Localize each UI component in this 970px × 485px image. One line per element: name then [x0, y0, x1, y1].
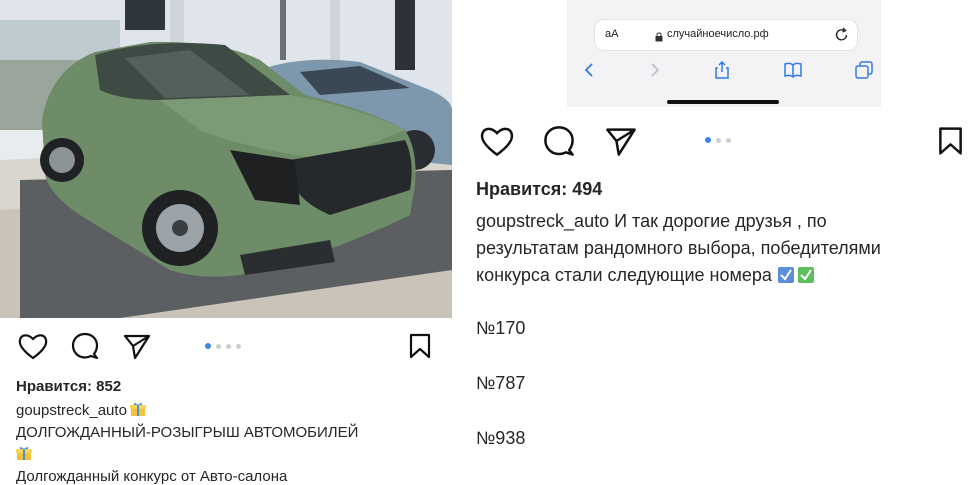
- browser-screenshot: аА случайноечисло.рф: [567, 0, 881, 107]
- send-icon[interactable]: [604, 125, 638, 157]
- text-size-button[interactable]: аА: [605, 28, 618, 40]
- right-post: аА случайноечисло.рф Нравится: 494 goups…: [452, 0, 970, 485]
- comment-icon[interactable]: [542, 125, 576, 157]
- right-username[interactable]: goupstreck_auto: [476, 211, 609, 231]
- car-photo[interactable]: [0, 0, 452, 318]
- car-photo-graphic: [0, 0, 452, 318]
- tabs-icon[interactable]: [855, 61, 873, 79]
- home-indicator: [667, 100, 779, 104]
- left-caption-line-1: ДОЛГОЖДАННЫЙ-РОЗЫГРЫШ АВТОМОБИЛЕЙ: [16, 424, 359, 441]
- left-action-bar: [18, 332, 174, 360]
- back-icon[interactable]: [583, 62, 595, 78]
- gift-emoji-icon: [16, 446, 32, 461]
- right-action-bar: [480, 125, 660, 157]
- check-mark-emoji-icon: [777, 265, 817, 292]
- winner-number-3: №938: [476, 428, 526, 448]
- browser-nav-row: [583, 60, 873, 80]
- winner-number-2: №787: [476, 373, 526, 393]
- url-text[interactable]: случайноечисло.рф: [667, 28, 769, 40]
- left-caption: goupstreck_auto ДОЛГОЖДАННЫЙ-РОЗЫГРЫШ АВ…: [16, 400, 446, 485]
- right-likes-count[interactable]: Нравится: 494: [476, 179, 602, 200]
- left-carousel-dots: [205, 343, 241, 349]
- heart-icon[interactable]: [480, 125, 514, 157]
- forward-icon[interactable]: [649, 62, 661, 78]
- bookmark-icon[interactable]: [408, 333, 432, 359]
- left-post: Нравится: 852 goupstreck_auto ДОЛГОЖДАНН…: [0, 0, 452, 485]
- winner-number-1: №170: [476, 318, 526, 338]
- left-caption-line-2: Долгожданный конкурс от Авто-салона: [16, 468, 288, 485]
- right-caption: goupstreck_auto И так дорогие друзья , п…: [476, 208, 966, 292]
- comment-icon[interactable]: [70, 332, 100, 360]
- left-likes-count[interactable]: Нравится: 852: [16, 378, 121, 395]
- right-caption-line-1: И так дорогие друзья , по: [614, 211, 827, 231]
- share-icon[interactable]: [714, 61, 730, 79]
- right-caption-line-3: конкурса стали следующие номера: [476, 265, 772, 285]
- lock-icon: [655, 29, 663, 42]
- left-username[interactable]: goupstreck_auto: [16, 402, 127, 419]
- bookmarks-icon[interactable]: [783, 62, 802, 78]
- reload-icon[interactable]: [835, 26, 849, 47]
- heart-icon[interactable]: [18, 332, 48, 360]
- bookmark-icon[interactable]: [937, 126, 964, 156]
- right-caption-line-2: результатам рандомного выбора, победител…: [476, 238, 881, 258]
- right-carousel-dots: [705, 137, 731, 143]
- gift-emoji-icon: [129, 402, 146, 417]
- send-icon[interactable]: [122, 332, 152, 360]
- url-bar[interactable]: аА случайноечисло.рф: [595, 20, 857, 50]
